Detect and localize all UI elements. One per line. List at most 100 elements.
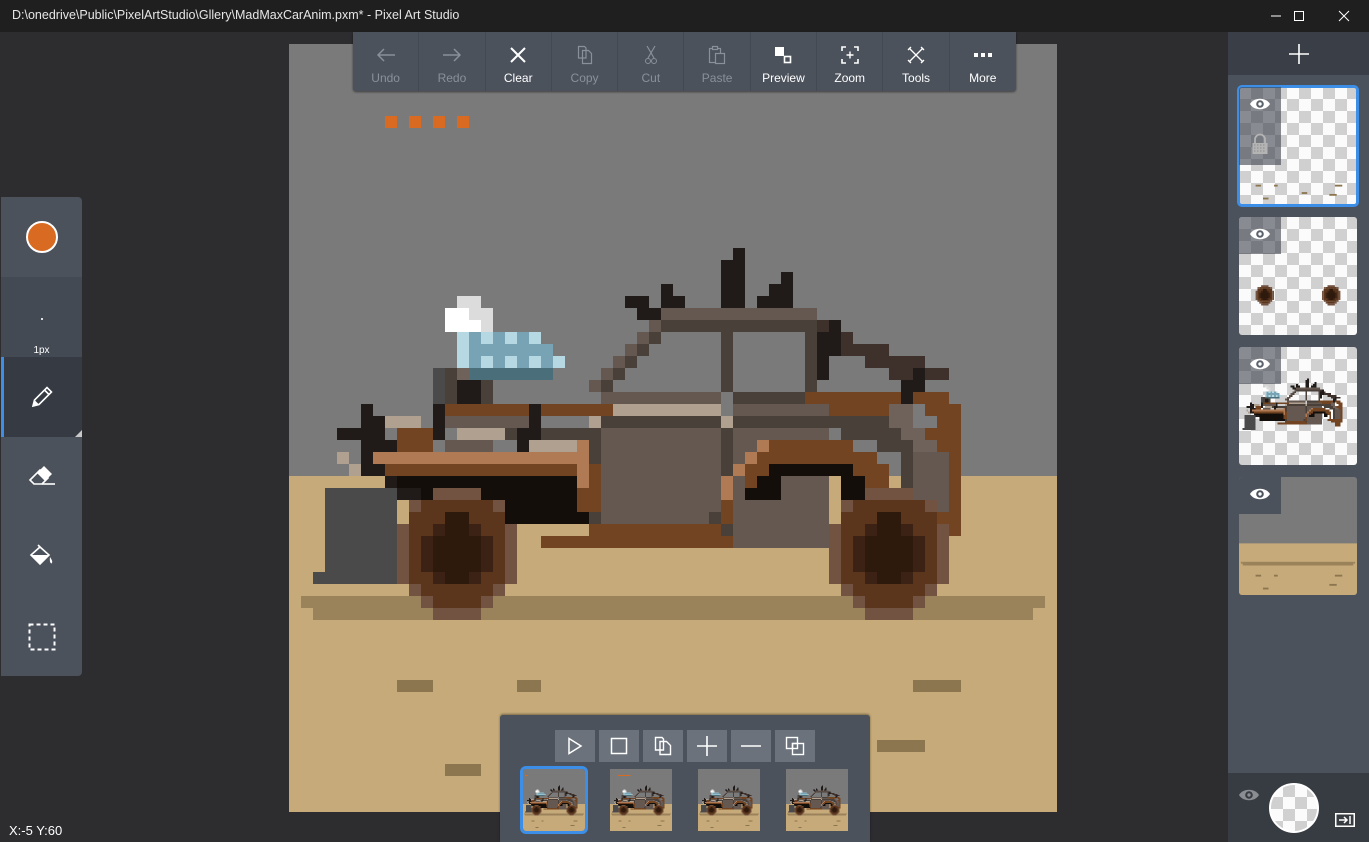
car-body-pixel [553, 356, 565, 368]
eye-icon[interactable] [1249, 356, 1271, 372]
car-body-pixel [1309, 409, 1311, 412]
car-body-pixel [1323, 413, 1328, 418]
animation-frame[interactable] [520, 766, 588, 834]
wheel-pixel [865, 596, 913, 608]
wheel-pixel [620, 813, 622, 815]
preview-button[interactable]: Preview [751, 32, 818, 91]
pencil-tool-button[interactable] [1, 357, 82, 437]
car-body-pixel [524, 811, 526, 813]
car-body-pixel [721, 332, 733, 392]
car-body-pixel [709, 800, 711, 801]
car-body-pixel [653, 791, 655, 793]
car-body-pixel [373, 452, 577, 464]
select-tool-button[interactable] [1, 597, 82, 676]
car-body-pixel [711, 800, 716, 801]
background-pixel [657, 825, 662, 827]
car-body-pixel [721, 476, 733, 500]
animation-frame[interactable] [698, 769, 760, 831]
car-body-pixel [349, 464, 361, 476]
car-body-pixel [1251, 404, 1254, 406]
play-button[interactable] [555, 730, 595, 762]
car-body-pixel [742, 793, 747, 795]
layer-item[interactable] [1239, 347, 1357, 465]
car-body-pixel [637, 794, 639, 796]
wheel-pixel [795, 812, 797, 814]
copy-button[interactable]: Copy [552, 32, 619, 91]
brush-size-button[interactable]: 1px [1, 277, 82, 357]
car-body-pixel [612, 804, 619, 813]
zoom-button[interactable]: Zoom [817, 32, 884, 91]
car-body-pixel [573, 795, 575, 797]
clear-button[interactable]: Clear [486, 32, 552, 91]
wheel-pixel [1262, 290, 1267, 293]
tools-button[interactable]: Tools [883, 32, 950, 91]
duplicate-frame-button[interactable] [643, 730, 683, 762]
more-button[interactable]: More [950, 32, 1016, 91]
wheel-pixel [539, 812, 541, 814]
add-frame-button[interactable] [687, 730, 727, 762]
car-body-pixel [630, 800, 635, 801]
fill-tool-button[interactable] [1, 517, 82, 597]
wheel-pixel [714, 812, 716, 814]
car-body-pixel [822, 804, 824, 806]
eye-icon[interactable] [1249, 96, 1271, 112]
car-body-pixel [1290, 394, 1293, 397]
car-body-pixel [1310, 413, 1315, 418]
car-body-pixel [445, 440, 493, 452]
tools-icon [905, 44, 927, 66]
animation-frame[interactable] [610, 769, 672, 831]
wheel-pixel [832, 814, 837, 816]
merge-down-icon[interactable] [1335, 813, 1355, 827]
car-body-pixel [807, 794, 809, 796]
animation-frame[interactable] [786, 769, 848, 831]
car-body-pixel [1268, 391, 1271, 394]
car-body-pixel [589, 380, 601, 392]
add-layer-button[interactable] [1228, 32, 1369, 75]
wheel-pixel [836, 813, 838, 815]
wheel-pixel [621, 808, 626, 812]
car-body-pixel [373, 428, 385, 440]
car-body-pixel [704, 801, 722, 803]
car-body-pixel [836, 795, 838, 797]
layer-opacity-button[interactable] [1269, 783, 1319, 833]
redo-button[interactable]: Redo [419, 32, 486, 91]
car-body-pixel [617, 799, 621, 800]
eraser-tool-button[interactable] [1, 437, 82, 517]
wheel-pixel [913, 596, 925, 608]
car-body-pixel [735, 801, 746, 803]
remove-frame-button[interactable] [731, 730, 771, 762]
color-picker-button[interactable] [1, 197, 82, 277]
cut-button[interactable]: Cut [618, 32, 685, 91]
wheel-pixel [749, 812, 751, 814]
car-body-pixel [535, 790, 538, 793]
car-body-pixel [1292, 391, 1295, 394]
car-body-pixel [633, 800, 635, 802]
undo-button[interactable]: Undo [353, 32, 420, 91]
car-body-pixel [716, 800, 718, 802]
maximize-button[interactable] [1276, 0, 1322, 32]
paste-button[interactable]: Paste [684, 32, 751, 91]
eye-icon[interactable] [1249, 486, 1271, 502]
wheel-pixel [744, 804, 749, 806]
ground-mark-pixel [1334, 184, 1343, 187]
car-body-pixel [573, 797, 577, 799]
eye-icon[interactable] [1249, 226, 1271, 242]
onion-skin-button[interactable] [775, 730, 815, 762]
wheel-pixel [1321, 290, 1324, 300]
layer-item[interactable] [1237, 85, 1359, 207]
wheel-pixel [1261, 285, 1269, 288]
car-body-pixel [1307, 411, 1310, 414]
car-body-pixel [733, 248, 745, 260]
car-body-pixel [505, 428, 517, 440]
car-body-pixel [616, 800, 618, 801]
close-button[interactable] [1321, 0, 1367, 32]
layer-item[interactable] [1239, 477, 1357, 595]
wheel-pixel [1270, 287, 1273, 289]
background-pixel [1255, 574, 1262, 577]
drawing-canvas[interactable] [289, 44, 1057, 812]
layer-item[interactable] [1239, 217, 1357, 335]
eye-icon[interactable] [1238, 787, 1260, 803]
stop-button[interactable] [599, 730, 639, 762]
car-body-pixel [814, 792, 816, 794]
lock-icon[interactable] [1251, 133, 1269, 155]
